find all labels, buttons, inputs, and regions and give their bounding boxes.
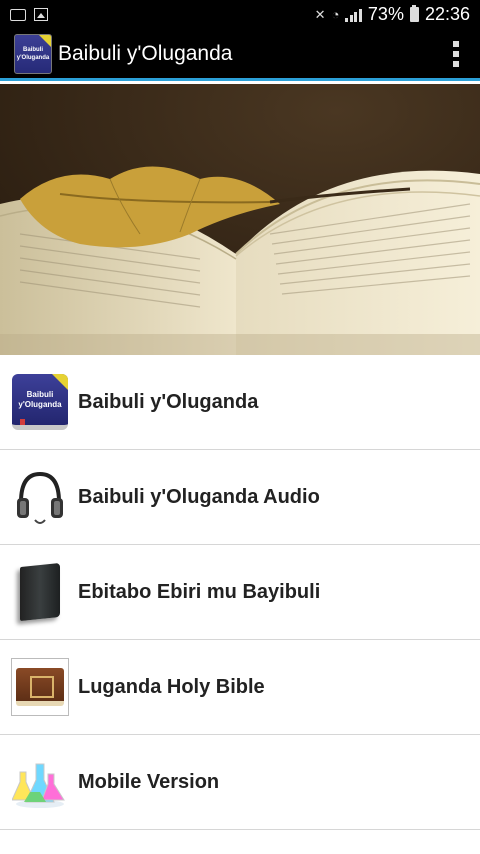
menu-item-bible[interactable]: Baibuli y'Oluganda Baibuli y'Oluganda — [0, 355, 480, 450]
dark-book-icon — [10, 562, 70, 622]
signal-icon — [345, 8, 362, 22]
lab-flasks-icon — [10, 752, 70, 812]
app-icon[interactable]: Baibuli y'Oluganda — [14, 33, 52, 74]
partial-item-icon — [10, 820, 70, 854]
image-notification-icon — [34, 8, 48, 21]
wifi-icon: ◔ — [331, 7, 340, 22]
clock: 22:36 — [424, 4, 470, 24]
menu-item-label: Baibuli y'Oluganda — [78, 390, 259, 413]
bible-icon-text-1: Baibuli — [26, 389, 54, 399]
old-book-icon — [10, 657, 70, 717]
app-title: Baibuli y'Oluganda — [58, 41, 233, 65]
menu-item-label: Mobile Version — [78, 770, 220, 793]
app-icon-text-2: y'Oluganda — [16, 54, 50, 61]
menu-item-holy-bible[interactable]: Luganda Holy Bible — [0, 640, 480, 735]
photo-notification-icon — [10, 8, 26, 21]
headphones-icon — [10, 467, 70, 527]
menu-item-label: Ebitabo Ebiri mu Bayibuli — [78, 580, 321, 603]
action-bar: Baibuli y'Oluganda Baibuli y'Oluganda — [0, 29, 480, 81]
menu-item-label: Luganda Holy Bible — [78, 675, 265, 698]
menu-item-books[interactable]: Ebitabo Ebiri mu Bayibuli — [0, 545, 480, 640]
bible-book-icon: Baibuli y'Oluganda — [10, 372, 70, 432]
battery-icon — [409, 5, 419, 22]
status-left — [10, 8, 48, 21]
battery-percent: 73% — [367, 4, 404, 24]
menu-item-partial[interactable] — [0, 830, 480, 854]
menu-item-label: Baibuli y'Oluganda Audio — [78, 485, 320, 508]
bible-icon-text-2: y'Oluganda — [18, 399, 62, 409]
hero-image — [0, 84, 480, 355]
app-icon-text-1: Baibuli — [22, 46, 43, 53]
menu-list: Baibuli y'Oluganda Baibuli y'Oluganda Ba… — [0, 355, 480, 854]
status-right: ✕ ◔ 73% 22:36 — [315, 4, 470, 25]
mute-icon: ✕ — [314, 6, 326, 22]
open-book-illustration — [0, 84, 480, 355]
bible-cover: Baibuli y'Oluganda — [12, 374, 68, 430]
more-vert-icon[interactable] — [432, 28, 480, 80]
menu-item-audio[interactable]: Baibuli y'Oluganda Audio — [0, 450, 480, 545]
menu-item-mobile-version[interactable]: Mobile Version — [0, 735, 480, 830]
status-bar: ✕ ◔ 73% 22:36 — [0, 0, 480, 29]
